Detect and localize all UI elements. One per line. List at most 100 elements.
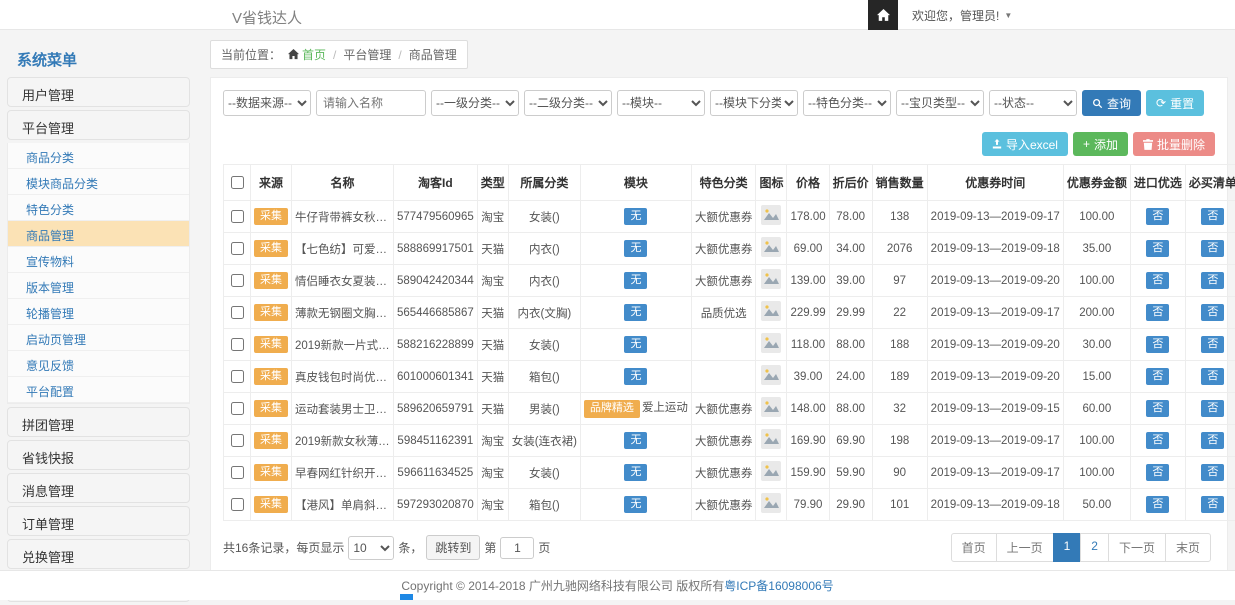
page-button[interactable]: 首页: [951, 533, 997, 562]
product-image-icon[interactable]: [761, 429, 781, 449]
add-button-label: 添加: [1094, 136, 1118, 153]
page-button[interactable]: 2: [1080, 533, 1109, 562]
filter-select[interactable]: --特色分类--: [803, 90, 891, 116]
coupon-time-cell: 2019-09-13—2019-09-18: [927, 489, 1063, 521]
batch-delete-button[interactable]: 批量删除: [1133, 132, 1215, 156]
row-checkbox[interactable]: [231, 210, 244, 223]
sidebar-item[interactable]: 拼团管理: [7, 407, 190, 437]
sidebar-subitem[interactable]: 启动页管理: [8, 325, 189, 351]
module-cell: 无: [580, 201, 691, 233]
name-search-input[interactable]: [316, 90, 426, 116]
row-checkbox[interactable]: [231, 402, 244, 415]
must-buy-toggle[interactable]: 否: [1201, 400, 1224, 418]
feature-cell: 大额优惠券: [691, 489, 756, 521]
must-buy-toggle[interactable]: 否: [1201, 432, 1224, 450]
product-image-icon[interactable]: [761, 493, 781, 513]
sidebar-item[interactable]: 用户管理: [7, 77, 190, 107]
product-image-icon[interactable]: [761, 301, 781, 321]
home-button[interactable]: [868, 0, 898, 30]
page-button[interactable]: 上一页: [996, 533, 1054, 562]
breadcrumb-item[interactable]: 商品管理: [409, 46, 457, 63]
page-button[interactable]: 末页: [1165, 533, 1211, 562]
row-checkbox[interactable]: [231, 370, 244, 383]
sidebar-item[interactable]: 消息管理: [7, 473, 190, 503]
row-checkbox[interactable]: [231, 498, 244, 511]
product-image-icon[interactable]: [761, 365, 781, 385]
filter-select[interactable]: --宝贝类型--: [896, 90, 984, 116]
sidebar-subitem[interactable]: 商品分类: [8, 143, 189, 169]
row-checkbox[interactable]: [231, 338, 244, 351]
must-buy-toggle[interactable]: 否: [1201, 336, 1224, 354]
reset-button-label: 重置: [1170, 95, 1194, 112]
sidebar-item[interactable]: 省钱快报: [7, 440, 190, 470]
filter-select[interactable]: --模块下分类--: [710, 90, 798, 116]
row-checkbox[interactable]: [231, 306, 244, 319]
product-image-icon[interactable]: [761, 461, 781, 481]
type-cell: 淘宝: [477, 457, 508, 489]
sidebar-subitem[interactable]: 版本管理: [8, 273, 189, 299]
import-pick-toggle[interactable]: 否: [1146, 272, 1169, 290]
per-page-select[interactable]: 10: [348, 536, 394, 560]
reset-button[interactable]: ⟳ 重置: [1146, 90, 1204, 116]
search-button[interactable]: 查询: [1082, 90, 1141, 116]
filter-select[interactable]: --二级分类--: [524, 90, 612, 116]
icp-link[interactable]: 粤ICP备16098006号: [724, 579, 833, 593]
page-button[interactable]: 1: [1053, 533, 1082, 562]
sidebar-subitem[interactable]: 特色分类: [8, 195, 189, 221]
import-pick-toggle[interactable]: 否: [1146, 368, 1169, 386]
row-checkbox[interactable]: [231, 242, 244, 255]
row-checkbox[interactable]: [231, 274, 244, 287]
import-pick-toggle[interactable]: 否: [1146, 464, 1169, 482]
row-checkbox[interactable]: [231, 434, 244, 447]
page-button[interactable]: 下一页: [1108, 533, 1166, 562]
row-checkbox[interactable]: [231, 466, 244, 479]
import-excel-button[interactable]: 导入excel: [982, 132, 1068, 156]
product-image-icon[interactable]: [761, 269, 781, 289]
must-buy-toggle[interactable]: 否: [1201, 272, 1224, 290]
must-buy-toggle[interactable]: 否: [1201, 304, 1224, 322]
batch-delete-label: 批量删除: [1157, 136, 1205, 153]
filter-select[interactable]: --数据来源--: [223, 90, 311, 116]
sidebar-subitem[interactable]: 轮播管理: [8, 299, 189, 325]
import-pick-toggle[interactable]: 否: [1146, 304, 1169, 322]
user-menu[interactable]: 欢迎您，管理员! ▼: [898, 7, 1026, 24]
refresh-icon: ⟳: [1156, 96, 1166, 110]
select-all-checkbox[interactable]: [231, 176, 244, 189]
name-cell: 早春网红针织开衫女春...: [292, 457, 394, 489]
module-badge: 无: [624, 208, 647, 226]
row-select-cell: [224, 297, 251, 329]
add-button[interactable]: + 添加: [1073, 132, 1128, 156]
product-image-icon[interactable]: [761, 237, 781, 257]
product-image-icon[interactable]: [761, 333, 781, 353]
sidebar-subitem[interactable]: 宣传物料: [8, 247, 189, 273]
import-pick-toggle[interactable]: 否: [1146, 432, 1169, 450]
product-image-icon[interactable]: [761, 397, 781, 417]
breadcrumb-item[interactable]: 平台管理: [343, 46, 391, 63]
jump-page-input[interactable]: [500, 537, 534, 559]
import-pick-cell: 否: [1130, 201, 1185, 233]
sidebar-item[interactable]: 平台管理: [7, 110, 190, 140]
filter-select[interactable]: --模块--: [617, 90, 705, 116]
sidebar-subitem[interactable]: 模块商品分类: [8, 169, 189, 195]
filter-select[interactable]: --状态--: [989, 90, 1077, 116]
import-pick-toggle[interactable]: 否: [1146, 336, 1169, 354]
filter-select[interactable]: --一级分类--: [431, 90, 519, 116]
import-pick-toggle[interactable]: 否: [1146, 240, 1169, 258]
must-buy-toggle[interactable]: 否: [1201, 464, 1224, 482]
must-buy-toggle[interactable]: 否: [1201, 496, 1224, 514]
import-pick-toggle[interactable]: 否: [1146, 400, 1169, 418]
sidebar-subitem[interactable]: 平台配置: [8, 377, 189, 403]
sidebar-item[interactable]: 订单管理: [7, 506, 190, 536]
sidebar-subitem[interactable]: 商品管理: [8, 221, 189, 247]
sidebar-item[interactable]: 兑换管理: [7, 539, 190, 569]
must-buy-toggle[interactable]: 否: [1201, 208, 1224, 226]
must-buy-toggle[interactable]: 否: [1201, 368, 1224, 386]
product-image-icon[interactable]: [761, 205, 781, 225]
must-buy-toggle[interactable]: 否: [1201, 240, 1224, 258]
breadcrumb-home[interactable]: 首页: [288, 46, 326, 63]
coupon-amount-cell: 35.00: [1063, 233, 1130, 265]
import-pick-toggle[interactable]: 否: [1146, 496, 1169, 514]
jump-button[interactable]: 跳转到: [426, 535, 480, 560]
sidebar-subitem[interactable]: 意见反馈: [8, 351, 189, 377]
import-pick-toggle[interactable]: 否: [1146, 208, 1169, 226]
